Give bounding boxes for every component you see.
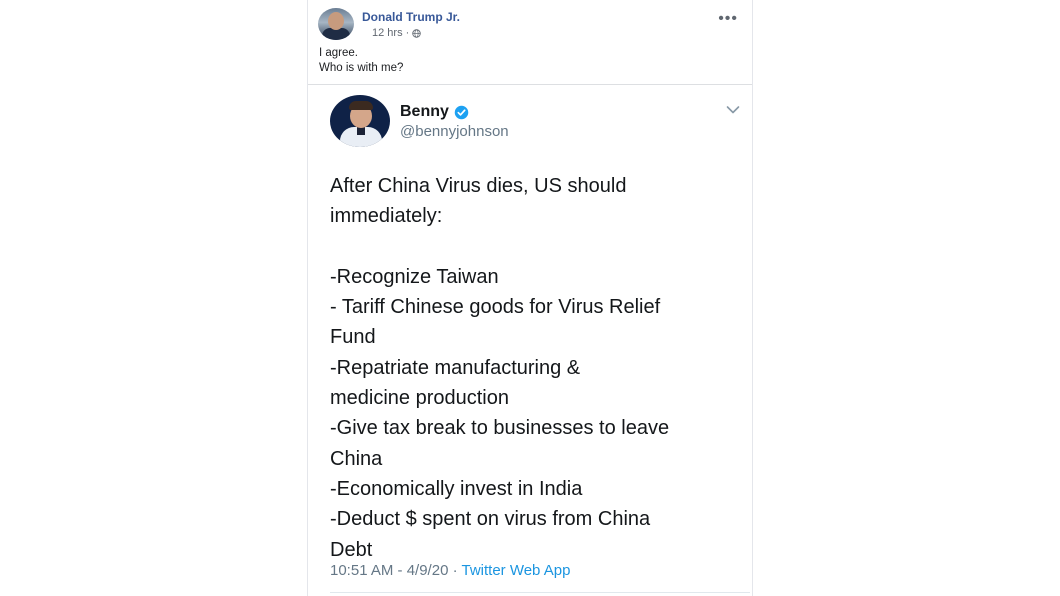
chevron-down-icon[interactable]: [726, 105, 740, 115]
tweet-footer: 10:51 AM - 4/9/20 · Twitter Web App: [330, 562, 570, 579]
tweet-author-handle[interactable]: @bennyjohnson: [400, 123, 509, 140]
author-name-link[interactable]: Donald Trump Jr.: [362, 10, 460, 24]
more-options-icon[interactable]: •••: [718, 11, 738, 27]
avatar-hair: [349, 101, 373, 110]
embedded-tweet[interactable]: Benny @bennyjohnson After China Virus di…: [330, 95, 750, 596]
tweet-timestamp[interactable]: 10:51 AM - 4/9/20: [330, 562, 448, 579]
verified-badge-icon: [454, 105, 469, 119]
post-text: I agree. Who is with me?: [319, 46, 403, 76]
tweet-author-avatar[interactable]: [330, 95, 390, 147]
post-divider: [308, 84, 752, 85]
globe-icon[interactable]: [412, 28, 421, 38]
post-meta: 12 hrs ·: [372, 27, 421, 39]
post-text-line: Who is with me?: [319, 62, 404, 74]
tweet-body-text: After China Virus dies, US should immedi…: [330, 175, 670, 561]
tweet-author-name-text: Benny: [400, 103, 449, 120]
tweet-source-link[interactable]: Twitter Web App: [461, 562, 570, 579]
tweet-divider: [330, 592, 750, 593]
meta-separator: ·: [405, 27, 410, 39]
author-avatar[interactable]: [318, 8, 354, 40]
post-text-line: I agree.: [319, 47, 358, 59]
post-header: Donald Trump Jr. 12 hrs · •••: [318, 8, 742, 40]
avatar-tie: [357, 127, 365, 135]
footer-separator: ·: [448, 562, 462, 579]
post-time[interactable]: 12 hrs: [372, 27, 403, 39]
facebook-post-card: Donald Trump Jr. 12 hrs · ••• I agree. W…: [307, 0, 753, 596]
avatar-face: [328, 12, 344, 30]
tweet-author-name[interactable]: Benny: [400, 103, 469, 121]
